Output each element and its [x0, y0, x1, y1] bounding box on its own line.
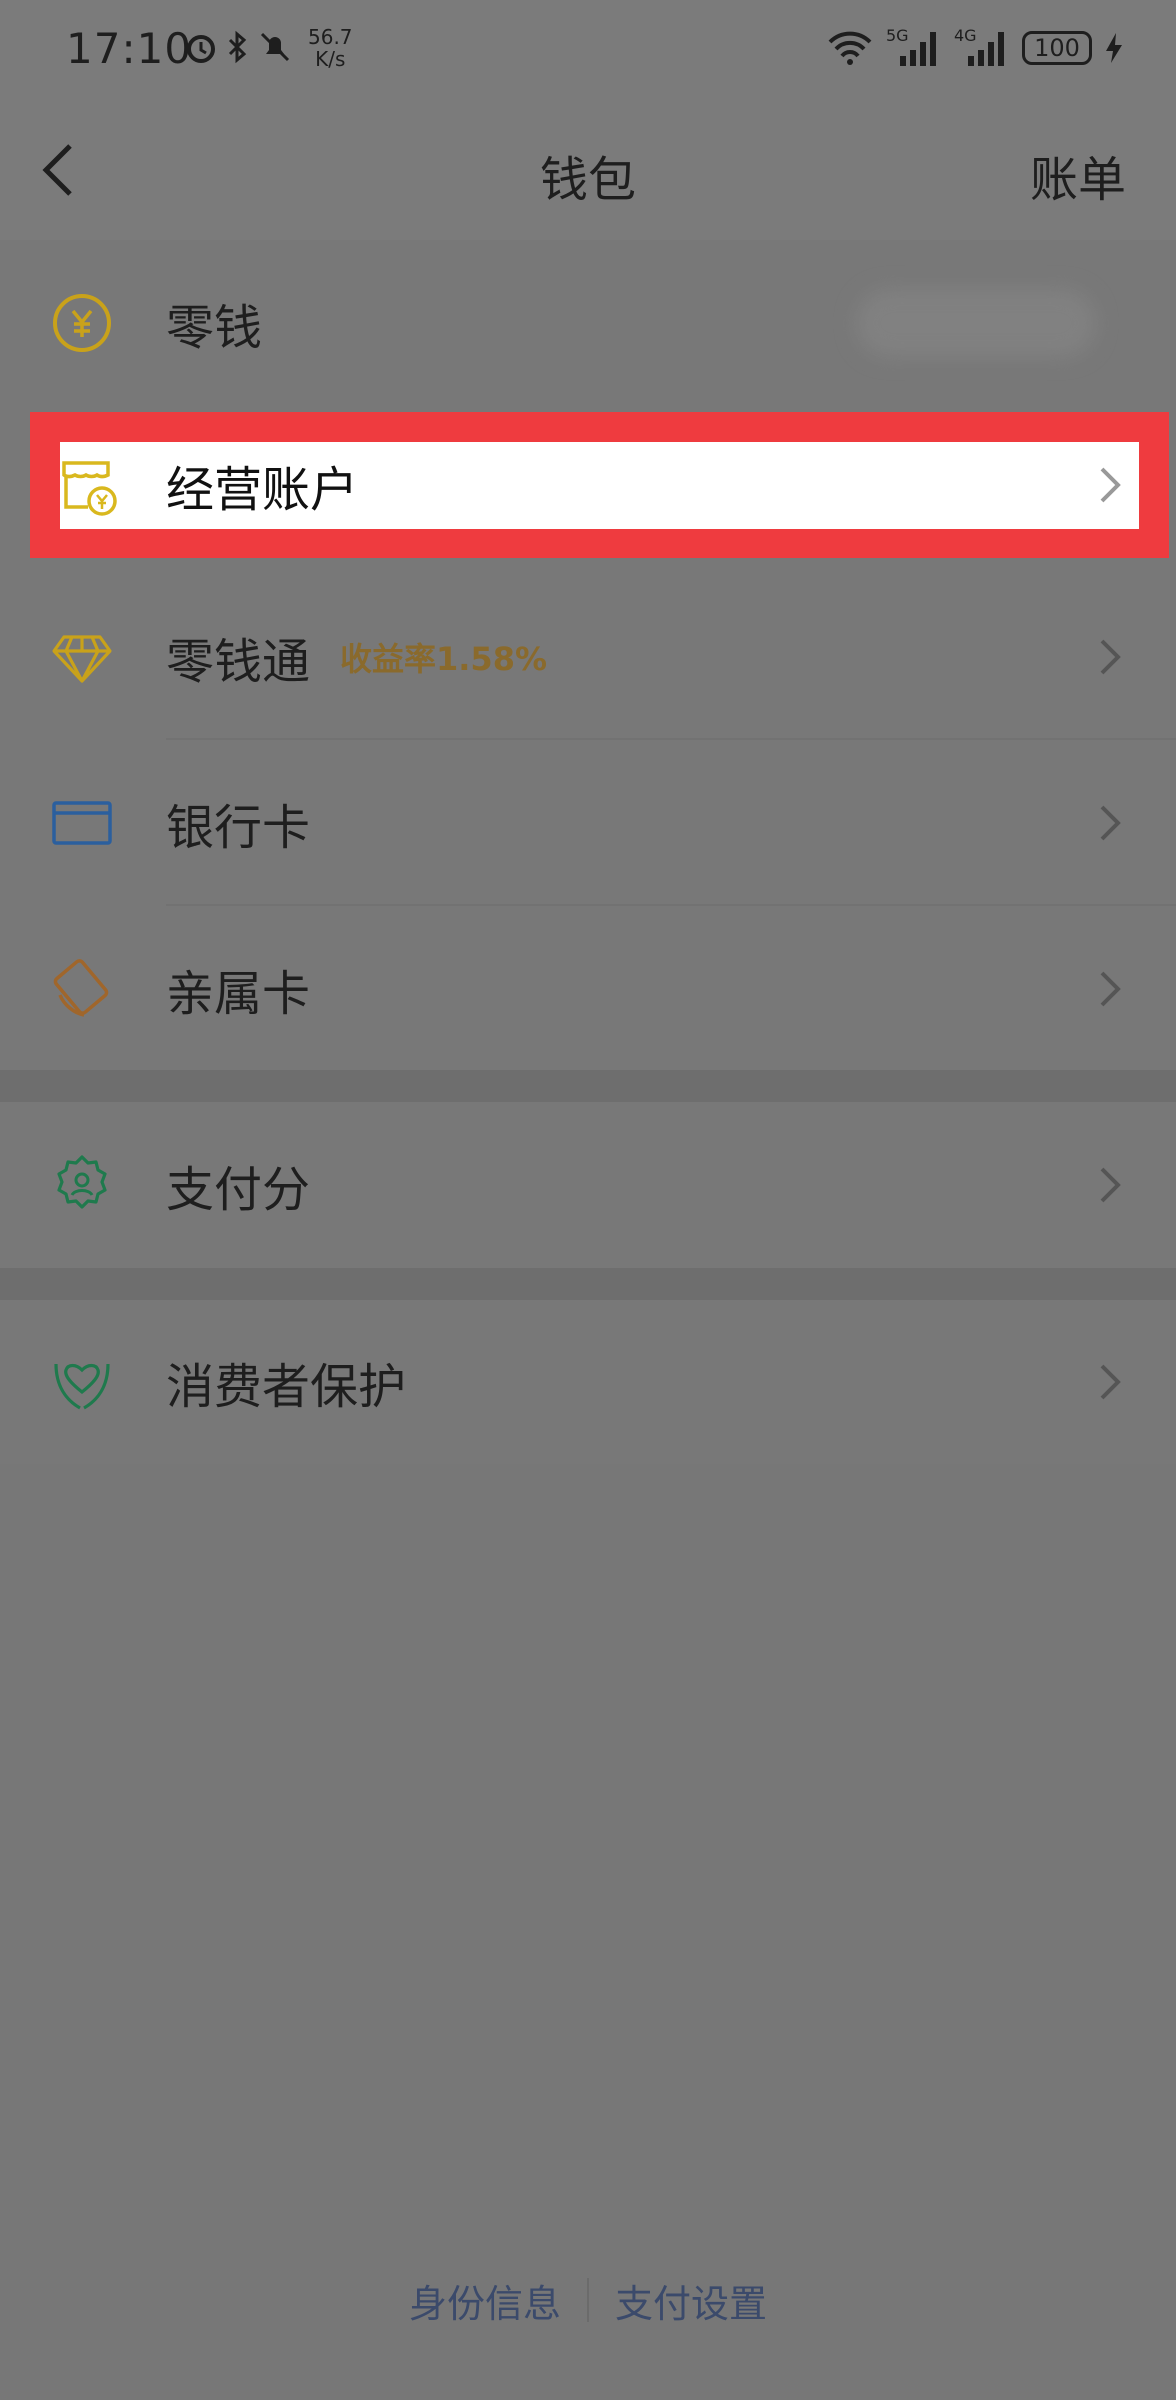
status-icons-left [184, 30, 292, 64]
list-item-pay-score[interactable]: 支付分 [0, 1102, 1176, 1268]
footer-separator [587, 2278, 589, 2322]
chevron-right-icon [1100, 1167, 1121, 1203]
bluetooth-icon [228, 30, 247, 64]
consumer-protection-icon [54, 1363, 110, 1410]
chevron-right-icon [1100, 467, 1121, 503]
list-item-label: 支付分 [166, 1162, 311, 1218]
chevron-right-icon [1100, 639, 1121, 675]
diamond-icon [52, 635, 112, 683]
list-item-bank-card[interactable]: 银行卡 [0, 740, 1176, 906]
yield-rate-badge: 收益率1.58% [340, 640, 548, 678]
wifi-icon [828, 31, 872, 65]
battery-level: 100 [1034, 34, 1080, 62]
signal-bars-icon [900, 32, 936, 66]
charging-icon [1106, 33, 1122, 63]
network-speed-value: 56.7 [308, 25, 353, 49]
list-item-label: 零钱通 [166, 634, 311, 690]
signal-5g: 5G [886, 26, 942, 68]
status-icons-right: 5G 4G 100 [826, 26, 1124, 68]
status-time: 17:10 [66, 24, 193, 73]
page-title-text: 钱包 [539, 152, 636, 208]
identity-info-link[interactable]: 身份信息 [409, 2273, 561, 2328]
mute-bell-icon [260, 32, 290, 62]
back-arrow-icon[interactable] [36, 142, 86, 198]
footer-links: 身份信息 支付设置 [0, 2270, 1176, 2330]
list-item-label: 经营账户 [166, 462, 359, 518]
list-item-label: 消费者保护 [166, 1359, 407, 1415]
section-gap [0, 1070, 1176, 1102]
network-speed-unit: K/s [315, 47, 346, 71]
payment-settings-link[interactable]: 支付设置 [615, 2273, 767, 2328]
page-title: 钱包 [0, 140, 1176, 210]
pay-score-icon [57, 1155, 107, 1209]
chevron-right-icon [1100, 971, 1121, 1007]
chevron-right-icon [1100, 805, 1121, 841]
battery-indicator: 100 [1022, 31, 1092, 65]
list-item-family-card[interactable]: 亲属卡 [0, 906, 1176, 1072]
list-item-label: 零钱 [166, 300, 263, 356]
network-speed: 56.7 K/s [308, 26, 353, 70]
family-card-icon [53, 959, 109, 1017]
nav-bar: 钱包 账单 [0, 100, 1176, 240]
status-bar: 17:10 56.7 K/s 5G 4G 100 [0, 0, 1176, 100]
wallet-screen: 17:10 56.7 K/s 5G 4G 100 钱包 账单 零钱 经营账户 零… [0, 0, 1176, 2400]
business-account-icon [62, 461, 117, 516]
alarm-icon [187, 35, 215, 63]
bill-link[interactable]: 账单 [1030, 140, 1126, 210]
list-item-label: 银行卡 [166, 800, 311, 856]
section-gap [0, 1268, 1176, 1300]
signal-bars-icon [968, 32, 1004, 66]
chevron-right-icon [1100, 1364, 1121, 1400]
list-item-lingqiantong[interactable]: 零钱通 收益率1.58% [0, 574, 1176, 740]
hidden-balance [856, 289, 1096, 357]
list-item-business-account[interactable]: 经营账户 [0, 402, 1176, 568]
list-item-label: 亲属卡 [166, 966, 311, 1022]
bank-card-icon [52, 801, 112, 845]
yuan-coin-icon [53, 294, 111, 352]
list-item-change[interactable]: 零钱 [0, 240, 1176, 406]
list-item-consumer-protection[interactable]: 消费者保护 [0, 1299, 1176, 1465]
signal-4g: 4G [954, 26, 1010, 68]
